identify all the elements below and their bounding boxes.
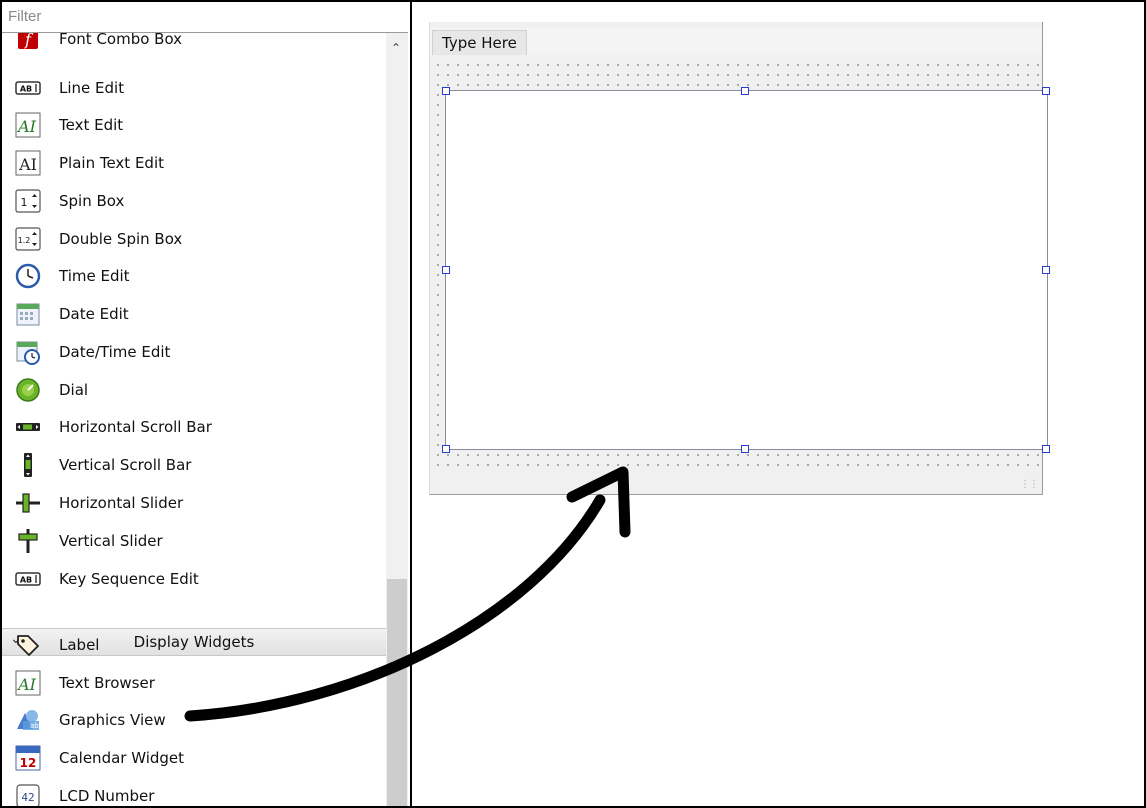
widget-item-dial[interactable]: Dial <box>2 372 386 408</box>
time-edit-icon <box>15 263 41 289</box>
widget-item-vertical-scroll-bar[interactable]: Vertical Scroll Bar <box>2 447 386 483</box>
vertical-slider-icon <box>18 529 38 553</box>
widget-item-label: Plain Text Edit <box>59 154 164 172</box>
widget-item-horizontal-slider[interactable]: Horizontal Slider <box>2 485 386 521</box>
form-menu-bar: Type Here <box>430 28 1042 55</box>
widget-item-label: Vertical Slider <box>59 532 163 550</box>
widget-item-label: Key Sequence Edit <box>59 570 199 588</box>
spin-box-icon: 1 <box>15 189 41 213</box>
widget-item-calendar-widget[interactable]: 12 Calendar Widget <box>2 740 386 776</box>
widget-item-double-spin-box[interactable]: 1.2 Double Spin Box <box>2 221 386 257</box>
text-browser-icon: AI <box>15 670 41 696</box>
resize-handle[interactable] <box>442 445 450 453</box>
menu-type-here[interactable]: Type Here <box>432 30 527 55</box>
svg-text:AI: AI <box>16 117 37 136</box>
widget-item-label: Double Spin Box <box>59 230 183 248</box>
widget-item-time-edit[interactable]: Time Edit <box>2 258 386 294</box>
resize-handle[interactable] <box>741 445 749 453</box>
filter-input[interactable] <box>2 2 404 30</box>
graphics-view-widget[interactable] <box>445 90 1048 450</box>
filter-bar <box>2 2 408 33</box>
svg-text:42: 42 <box>21 791 34 804</box>
datetime-edit-icon <box>16 341 40 365</box>
widget-item-label: Horizontal Slider <box>59 494 184 512</box>
widget-item-vertical-slider[interactable]: Vertical Slider <box>2 523 386 559</box>
widget-item-key-sequence-edit[interactable]: AB Key Sequence Edit <box>2 561 386 597</box>
widget-item-datetime-edit[interactable]: Date/Time Edit <box>2 334 386 370</box>
svg-text:AI: AI <box>18 155 37 174</box>
vertical-scroll-bar-icon <box>24 453 32 477</box>
widget-item-line-edit[interactable]: AB Line Edit <box>2 70 386 106</box>
double-spin-box-icon: 1.2 <box>15 227 41 251</box>
svg-text:AI: AI <box>16 675 37 694</box>
widget-item-graphics-view[interactable]: abc Graphics View <box>2 702 386 738</box>
graphics-view-icon: abc <box>17 710 41 730</box>
resize-handle[interactable] <box>1042 266 1050 274</box>
plain-text-edit-icon: AI <box>15 150 41 176</box>
horizontal-slider-icon <box>16 493 40 513</box>
line-edit-icon: AB <box>15 81 41 95</box>
widget-item-label: Time Edit <box>59 267 130 285</box>
svg-text:abc: abc <box>30 722 41 730</box>
horizontal-scroll-bar-icon <box>16 423 40 431</box>
widget-item-label: Line Edit <box>59 79 125 97</box>
svg-text:AB: AB <box>20 576 32 585</box>
resize-handle[interactable] <box>442 87 450 95</box>
font-combo-box-icon: f <box>18 33 38 49</box>
form-editor-area: Type Here ⋮⋮ <box>412 2 1144 806</box>
calendar-widget-icon: 12 <box>15 745 41 771</box>
widget-item-label: Vertical Scroll Bar <box>59 456 192 474</box>
dial-icon <box>16 378 40 402</box>
widget-item-label: LCD Number <box>59 787 155 805</box>
widget-list-scrollbar[interactable]: ⌃ <box>386 33 408 806</box>
widget-item-label: Text Edit <box>59 116 124 134</box>
widget-item-label: Font Combo Box <box>59 33 183 48</box>
widget-item-lcd-number[interactable]: 42 LCD Number <box>2 778 386 806</box>
date-edit-icon <box>16 303 40 326</box>
widget-item-horizontal-scroll-bar[interactable]: Horizontal Scroll Bar <box>2 409 386 445</box>
text-edit-icon: AI <box>15 112 41 138</box>
widget-box-panel: f Font Combo Box AB Line Edit AI Text Ed… <box>2 2 412 806</box>
qt-designer-window: f Font Combo Box AB Line Edit AI Text Ed… <box>0 0 1146 808</box>
main-window-form[interactable]: Type Here ⋮⋮ <box>429 22 1050 495</box>
svg-text:1: 1 <box>21 196 28 209</box>
svg-text:AB: AB <box>20 85 32 94</box>
widget-item-label: Date Edit <box>59 305 129 323</box>
lcd-number-icon: 42 <box>16 784 40 806</box>
resize-handle[interactable] <box>1042 445 1050 453</box>
resize-handle[interactable] <box>741 87 749 95</box>
widget-item-label: Horizontal Scroll Bar <box>59 418 212 436</box>
key-sequence-edit-icon: AB <box>15 572 41 586</box>
resize-handle[interactable] <box>1042 87 1050 95</box>
scrollbar-thumb[interactable] <box>387 579 407 806</box>
widget-item-label: Text Browser <box>59 674 155 692</box>
size-grip-icon[interactable]: ⋮⋮ <box>1020 479 1039 490</box>
widget-item-plain-text-edit[interactable]: AI Plain Text Edit <box>2 145 386 181</box>
widget-item-label: Spin Box <box>59 192 125 210</box>
widget-item-text-edit[interactable]: AI Text Edit <box>2 107 386 143</box>
label-icon <box>17 635 39 656</box>
widget-item-font-combo-box[interactable]: f Font Combo Box <box>2 33 386 57</box>
widget-item-label: Dial <box>59 381 89 399</box>
widget-item-label: Date/Time Edit <box>59 343 171 361</box>
widget-item-label: Graphics View <box>59 711 166 729</box>
widget-item-label: Label <box>59 636 100 654</box>
widget-item-spin-box[interactable]: 1 Spin Box <box>2 183 386 219</box>
svg-text:12: 12 <box>20 756 37 770</box>
widget-item-label: Calendar Widget <box>59 749 185 767</box>
widget-item-text-browser[interactable]: AI Text Browser <box>2 665 386 701</box>
widget-list: f Font Combo Box AB Line Edit AI Text Ed… <box>2 33 386 806</box>
svg-text:1.2: 1.2 <box>18 236 31 245</box>
widget-item-label-widget[interactable]: Label <box>2 627 386 663</box>
widget-item-date-edit[interactable]: Date Edit <box>2 296 386 332</box>
resize-handle[interactable] <box>442 266 450 274</box>
chevron-up-icon[interactable]: ⌃ <box>391 41 401 55</box>
